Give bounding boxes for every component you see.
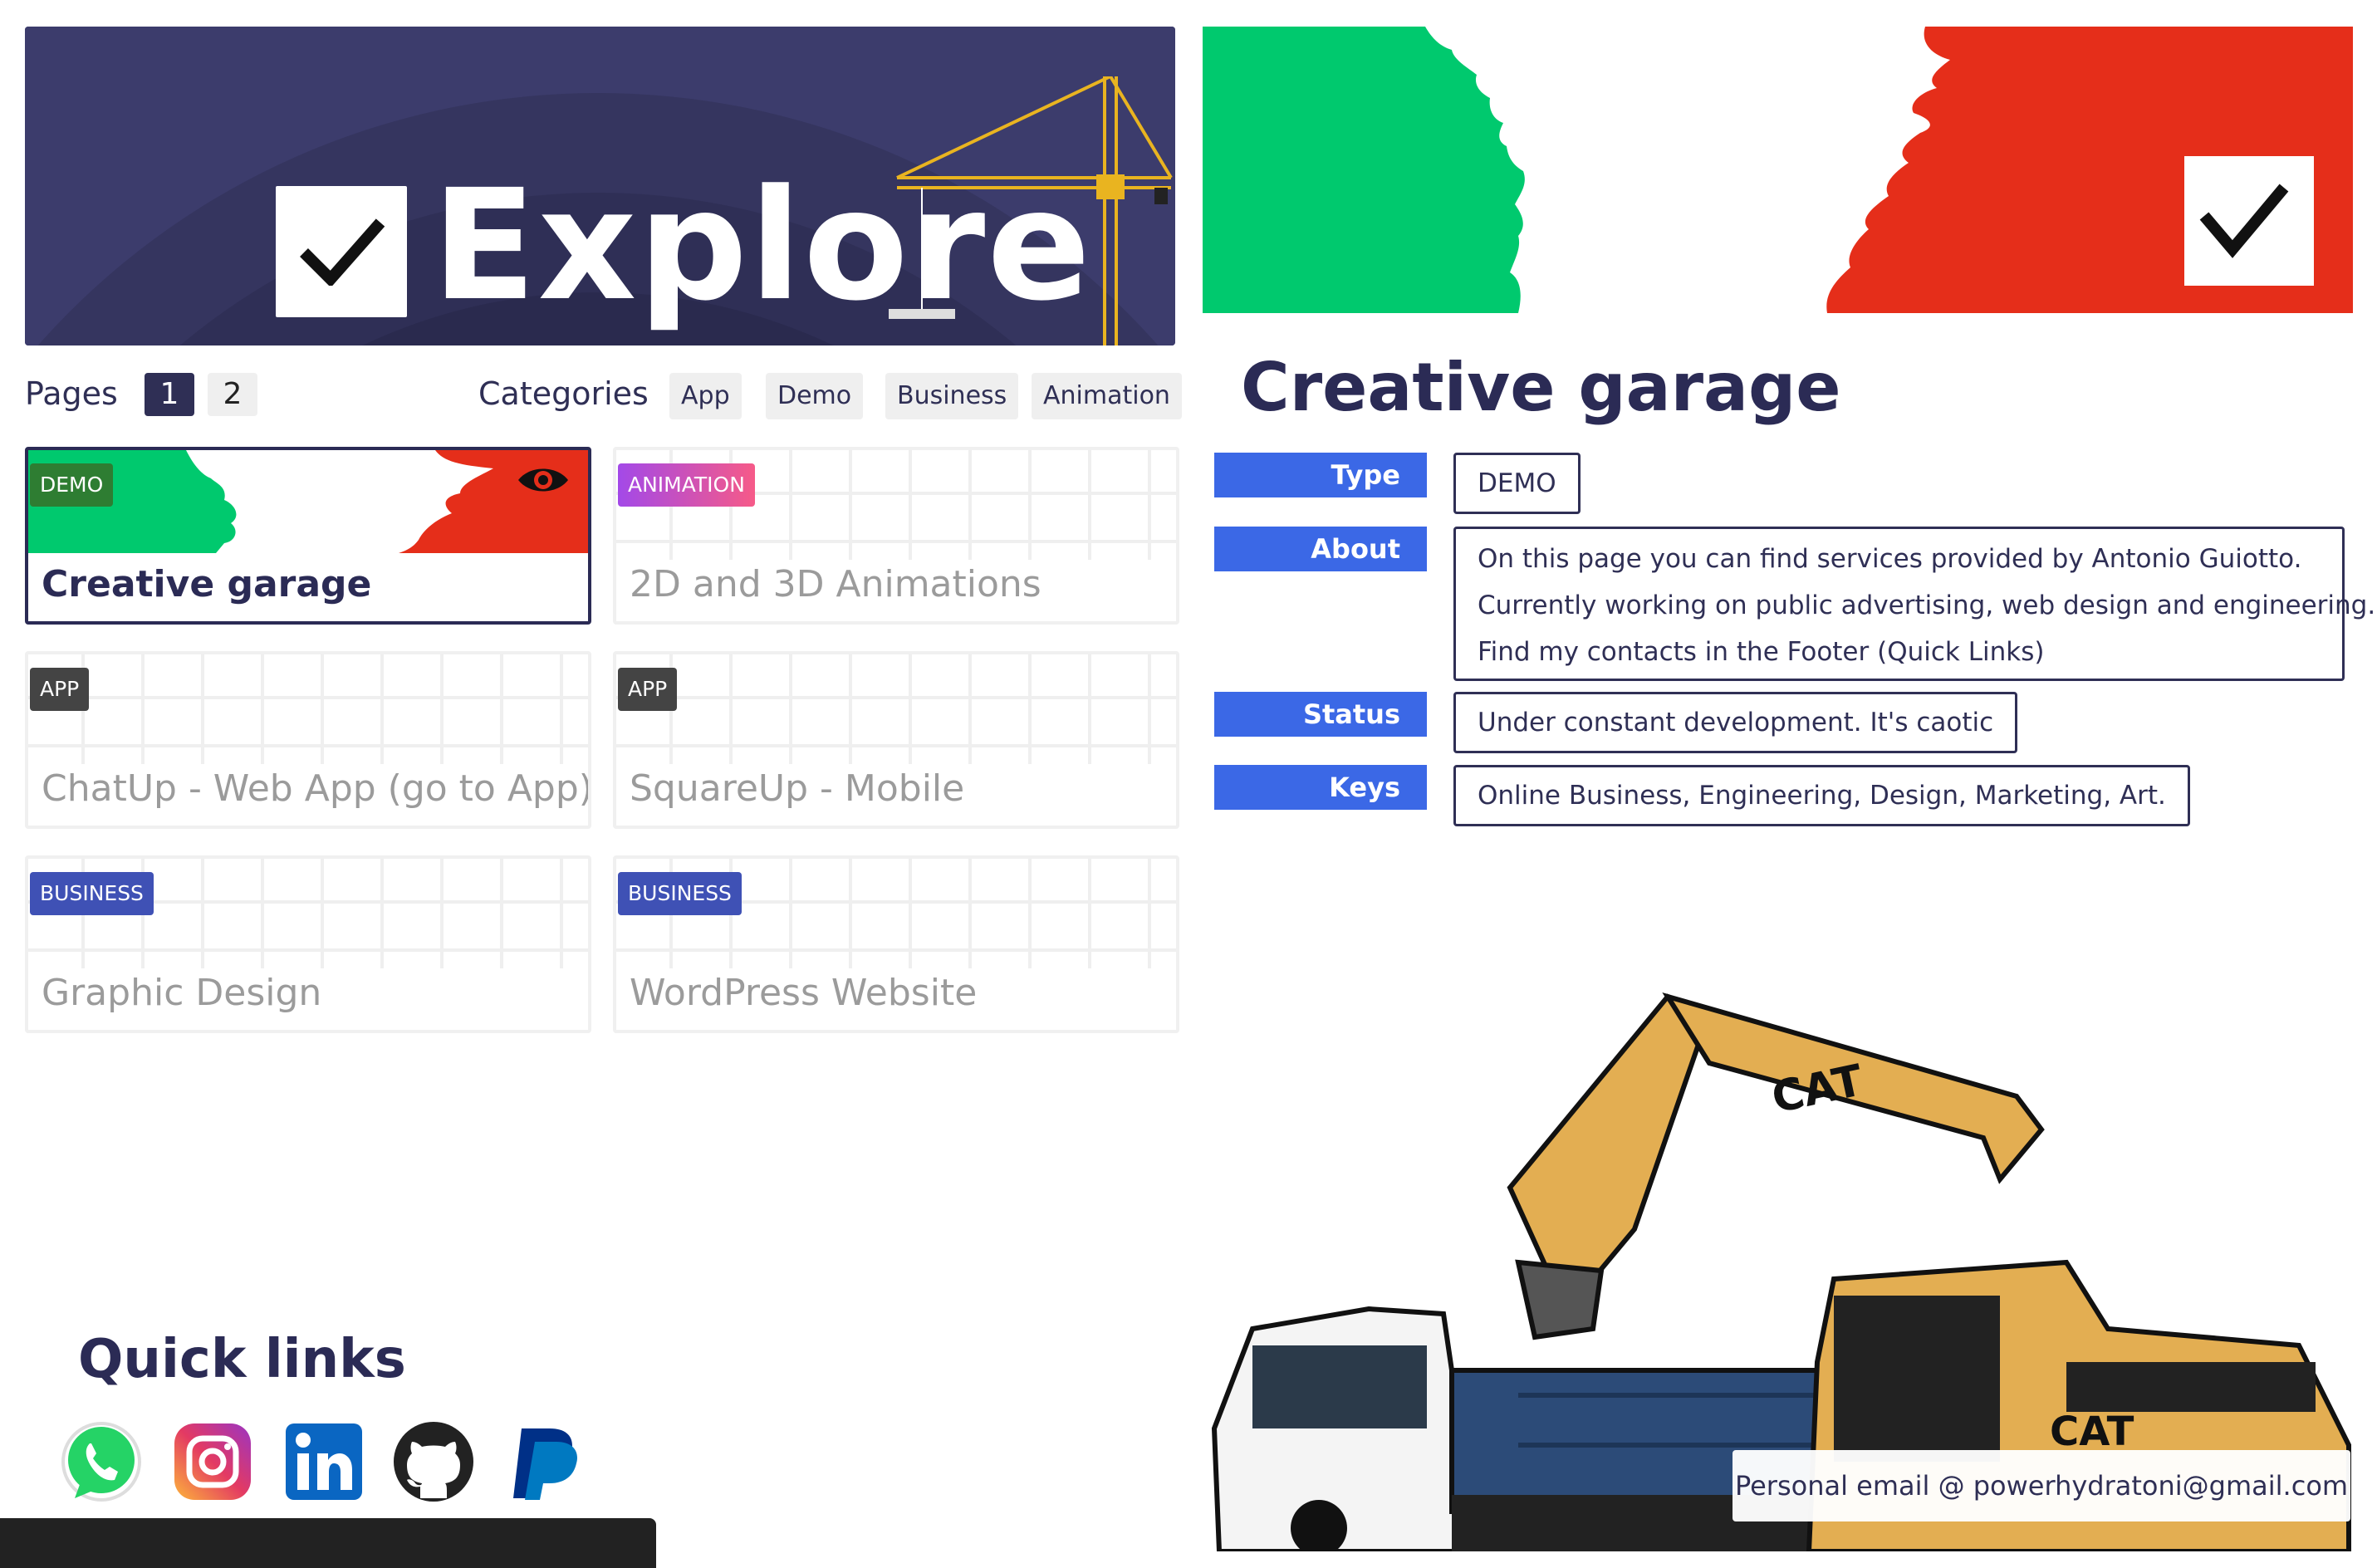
page-button-1[interactable]: 1 (145, 373, 194, 416)
keys-label: Keys (1214, 765, 1427, 810)
category-app-button[interactable]: App (669, 373, 742, 419)
detail-hero-image (1203, 27, 2353, 313)
whatsapp-icon[interactable] (58, 1419, 145, 1505)
category-business-button[interactable]: Business (885, 373, 1019, 419)
card-badge: DEMO (30, 463, 114, 507)
linkedin-icon[interactable] (281, 1419, 367, 1505)
card-badge: APP (618, 668, 678, 711)
categories-label: Categories (478, 375, 649, 412)
personal-email[interactable]: Personal email @ powerhydratoni@gmail.co… (1733, 1450, 2350, 1521)
svg-text:CAT: CAT (2050, 1409, 2134, 1455)
card-title: Graphic Design (42, 972, 322, 1014)
quick-links-title: Quick links (78, 1329, 406, 1390)
about-line-2: Currently working on public advertising,… (1478, 590, 2376, 620)
card-graphic-design[interactable]: BUSINESS Graphic Design (25, 855, 591, 1033)
status-label: Status (1214, 692, 1427, 737)
banner-title: Explore (432, 157, 1093, 335)
card-squareup[interactable]: APP SquareUp - Mobile (613, 651, 1179, 829)
card-chatup[interactable]: APP ChatUp - Web App (go to App) (25, 651, 591, 829)
card-title: WordPress Website (630, 972, 978, 1014)
eye-icon[interactable] (517, 463, 570, 497)
type-label: Type (1214, 453, 1427, 497)
card-animations[interactable]: ANIMATION 2D and 3D Animations (613, 447, 1179, 625)
keys-value: Online Business, Engineering, Design, Ma… (1453, 765, 2190, 826)
pages-label: Pages (25, 375, 118, 412)
card-title: ChatUp - Web App (go to App) (42, 767, 591, 810)
card-title: Creative garage (42, 563, 372, 605)
explore-banner: Explore (25, 27, 1175, 345)
type-value: DEMO (1453, 453, 1581, 514)
category-demo-button[interactable]: Demo (766, 373, 864, 419)
card-badge: ANIMATION (618, 463, 755, 507)
status-value: Under constant development. It's caotic (1453, 692, 2018, 753)
card-badge: BUSINESS (30, 872, 154, 915)
card-creative-garage[interactable]: DEMO Creative garage (25, 447, 591, 625)
page-button-2[interactable]: 2 (208, 373, 257, 416)
card-badge: BUSINESS (618, 872, 742, 915)
detail-title: Creative garage (1241, 349, 1841, 426)
github-icon[interactable] (390, 1419, 477, 1505)
about-label: About (1214, 527, 1427, 571)
card-title: SquareUp - Mobile (630, 767, 965, 810)
card-thumbnail (28, 654, 588, 764)
card-badge: APP (30, 668, 90, 711)
instagram-icon[interactable] (169, 1419, 256, 1505)
bottom-bar (0, 1518, 656, 1568)
about-line-1: On this page you can find services provi… (1478, 544, 2302, 574)
category-animation-button[interactable]: Animation (1032, 373, 1182, 419)
card-wordpress[interactable]: BUSINESS WordPress Website (613, 855, 1179, 1033)
checkbox-icon (276, 186, 407, 317)
paypal-icon[interactable] (502, 1419, 588, 1505)
card-title: 2D and 3D Animations (630, 563, 1041, 605)
about-line-3: Find my contacts in the Footer (Quick Li… (1478, 637, 2045, 667)
card-thumbnail (616, 654, 1176, 764)
about-value: On this page you can find services provi… (1453, 527, 2376, 681)
